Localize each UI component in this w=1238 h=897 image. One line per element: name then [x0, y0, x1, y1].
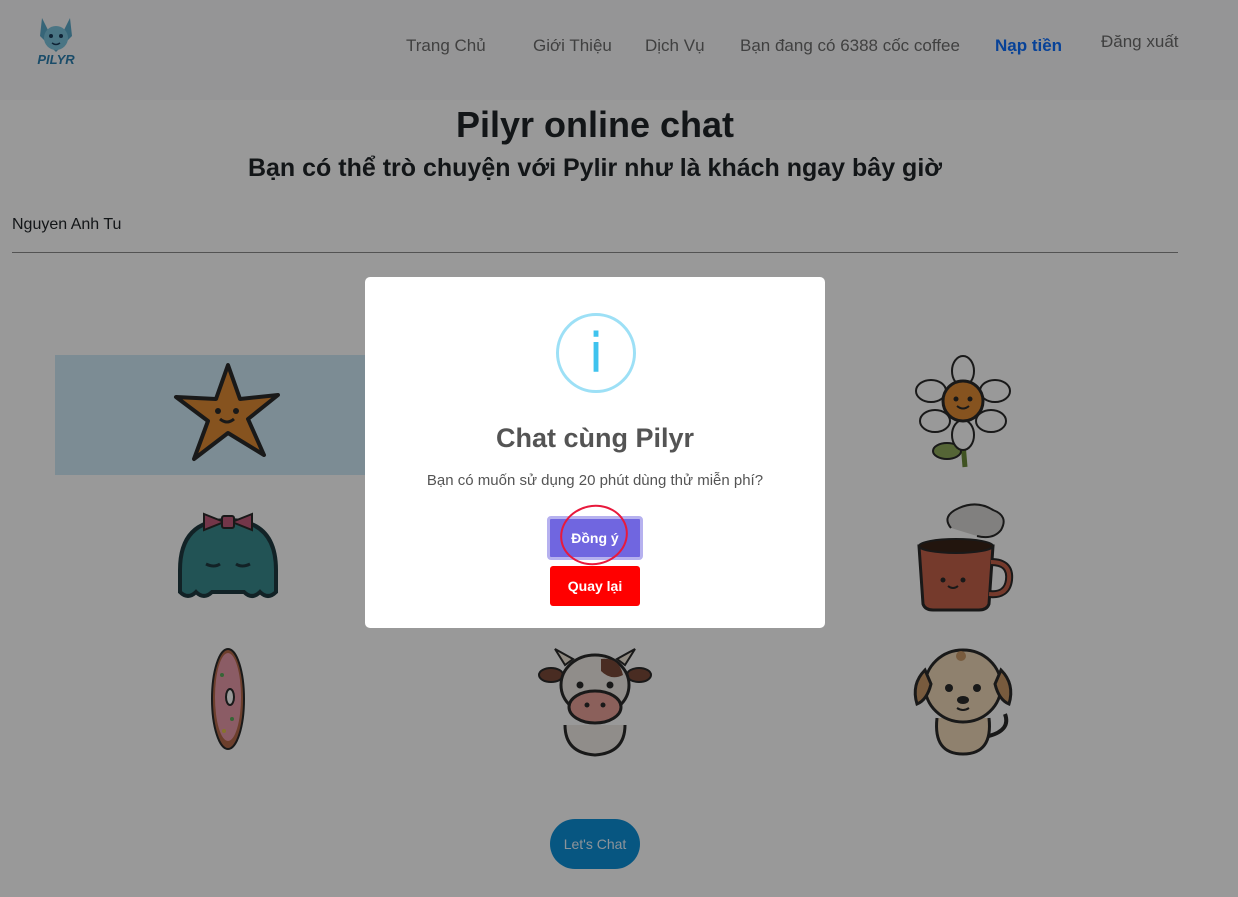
page: PILYR Trang Chủ Giới Thiệu Dịch Vụ Bạn đ… — [0, 0, 1238, 897]
info-icon: i — [556, 313, 636, 393]
chat-trial-dialog: i Chat cùng Pilyr Bạn có muốn sử dụng 20… — [365, 277, 825, 628]
dialog-title: Chat cùng Pilyr — [495, 423, 695, 453]
back-button[interactable]: Quay lại — [550, 566, 640, 606]
click-highlight-circle — [554, 498, 634, 572]
dialog-message: Bạn có muốn sử dụng 20 phút dùng thử miễ… — [426, 472, 764, 489]
